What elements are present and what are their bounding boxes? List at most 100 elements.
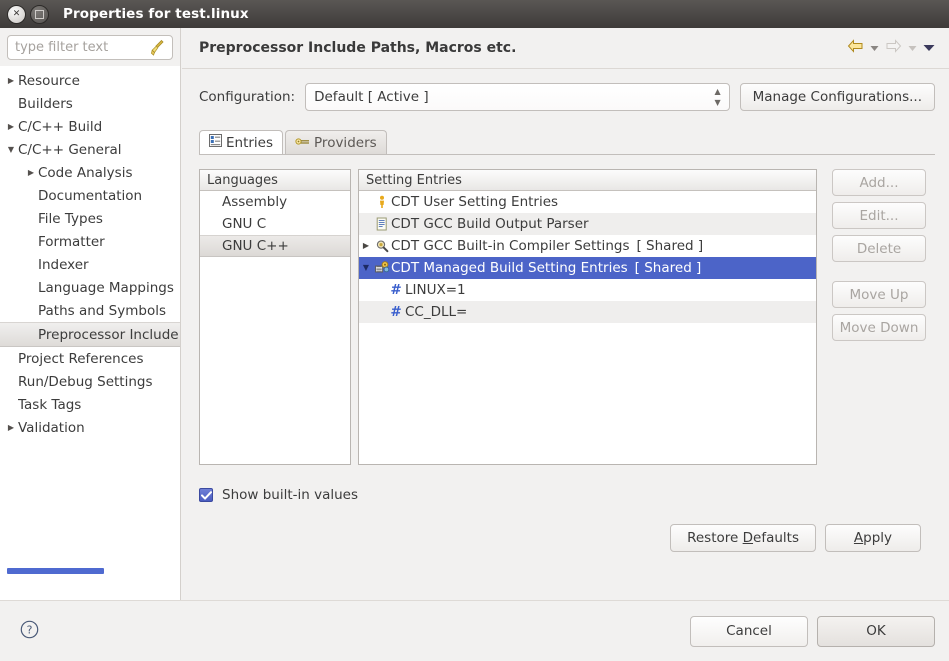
setting-entry-row[interactable]: # LINUX=1 <box>359 279 816 301</box>
chevron-right-icon[interactable]: ▶ <box>359 242 373 250</box>
sidebar-item-label: Run/Debug Settings <box>18 373 153 390</box>
sidebar-item-project-references[interactable]: ▶Project References <box>0 347 180 370</box>
language-label: GNU C++ <box>222 238 289 254</box>
sidebar-item-validation[interactable]: ▶ Validation <box>0 416 180 439</box>
sidebar-item-label: C/C++ Build <box>18 118 103 135</box>
tree-spacer: ▶ <box>24 192 38 200</box>
title-bar: ✕ Properties for test.linux <box>0 0 949 28</box>
delete-button: Delete <box>832 235 926 262</box>
configuration-value: Default [ Active ] <box>314 89 429 105</box>
sidebar-item-run-debug-settings[interactable]: ▶Run/Debug Settings <box>0 370 180 393</box>
restore-defaults-pre: Restore <box>687 530 743 546</box>
chevron-down-icon[interactable]: ▼ <box>4 145 18 154</box>
sidebar-item-formatter[interactable]: ▶Formatter <box>0 230 180 253</box>
language-row[interactable]: GNU C++ <box>200 235 350 257</box>
cancel-button[interactable]: Cancel <box>690 615 808 647</box>
search-input[interactable] <box>8 36 172 59</box>
apply-row: Restore Defaults Apply <box>216 524 921 552</box>
maximize-icon[interactable] <box>30 4 49 24</box>
spinner-arrows-icon: ▲ ▼ <box>714 87 721 107</box>
back-dropdown-icon[interactable] <box>870 41 879 56</box>
back-arrow-icon[interactable] <box>847 39 864 57</box>
setting-entry-row[interactable]: ▶ CDT GCC Built-in Compiler Settings [ Sha… <box>359 235 816 257</box>
configuration-label: Configuration: <box>199 89 296 105</box>
close-icon[interactable]: ✕ <box>7 4 26 24</box>
providers-icon <box>295 135 310 151</box>
configuration-select[interactable]: Default [ Active ] ▲ ▼ <box>305 83 730 111</box>
apply-button[interactable]: Apply <box>825 524 921 552</box>
language-row[interactable]: GNU C <box>200 213 350 235</box>
setting-entry-row[interactable]: ▼ CDT Managed Build Setting Entries [ Shar… <box>359 257 816 279</box>
setting-entries-header: Setting Entries <box>359 170 816 191</box>
ok-button[interactable]: OK <box>817 615 935 647</box>
window-title: Properties for test.linux <box>63 6 249 22</box>
sidebar-item-label: Task Tags <box>18 396 82 413</box>
page-header: Preprocessor Include Paths, Macros etc. <box>182 28 949 69</box>
macro-icon: # <box>390 282 402 298</box>
tree-spacer: ▶ <box>24 238 38 246</box>
sidebar-item-file-types[interactable]: ▶File Types <box>0 207 180 230</box>
sidebar-item-label: Validation <box>18 419 85 436</box>
languages-header: Languages <box>200 170 350 191</box>
setting-entries-list: Setting Entries CDT User Setting Entries… <box>358 169 817 465</box>
help-icon[interactable]: ? <box>20 620 39 643</box>
languages-list: Languages Assembly GNU C GNU C++ <box>199 169 351 465</box>
tab-providers[interactable]: Providers <box>285 130 387 154</box>
chevron-right-icon[interactable]: ▶ <box>4 76 18 85</box>
add-button: Add... <box>832 169 926 196</box>
sidebar-item-label: Paths and Symbols <box>38 302 166 319</box>
language-label: GNU C <box>222 216 267 232</box>
sidebar-item-language-mappings[interactable]: ▶Language Mappings <box>0 276 180 299</box>
sidebar-item-label: Preprocessor Include <box>38 326 179 343</box>
sidebar-item-task-tags[interactable]: ▶Task Tags <box>0 393 180 416</box>
managed-build-icon <box>373 261 391 275</box>
checkmark-icon <box>200 490 212 500</box>
sidebar-item-documentation[interactable]: ▶Documentation <box>0 184 180 207</box>
sidebar-item-resource[interactable]: ▶ Resource <box>0 69 180 92</box>
dialog-footer: ? Cancel OK <box>0 600 949 661</box>
move-up-button: Move Up <box>832 281 926 308</box>
filter-area <box>0 28 180 66</box>
chevron-down-icon[interactable]: ▼ <box>359 264 373 272</box>
sidebar-horizontal-scrollbar[interactable] <box>7 568 104 574</box>
tree-spacer: ▶ <box>4 378 18 386</box>
chevron-right-icon[interactable]: ▶ <box>24 168 38 177</box>
tree-spacer: ▶ <box>4 401 18 409</box>
setting-entry-label: CDT GCC Build Output Parser <box>391 216 589 232</box>
apply-mnemonic: A <box>853 530 864 546</box>
setting-entry-row[interactable]: CDT User Setting Entries <box>359 191 816 213</box>
restore-defaults-button[interactable]: Restore Defaults <box>670 524 816 552</box>
setting-entry-label: CDT GCC Built-in Compiler Settings <box>391 238 630 254</box>
language-row[interactable]: Assembly <box>200 191 350 213</box>
entries-icon <box>209 134 222 151</box>
manage-configurations-button[interactable]: Manage Configurations... <box>739 83 935 111</box>
configuration-row: Configuration: Default [ Active ] ▲ ▼ Man… <box>182 69 949 111</box>
language-label: Assembly <box>222 194 288 210</box>
view-menu-icon[interactable] <box>923 41 935 56</box>
broom-icon[interactable] <box>150 39 166 57</box>
properties-dialog: ✕ Properties for test.linux ▶Resource▶Bu… <box>0 0 949 661</box>
sidebar-item-builders[interactable]: ▶Builders <box>0 92 180 115</box>
setting-entry-row[interactable]: # CC_DLL= <box>359 301 816 323</box>
sidebar-item-preprocessor-include[interactable]: ▶Preprocessor Include <box>0 322 180 347</box>
sidebar-item-c-c-build[interactable]: ▶ C/C++ Build <box>0 115 180 138</box>
tab-entries-label: Entries <box>226 134 274 151</box>
sidebar-item-code-analysis[interactable]: ▶ Code Analysis <box>0 161 180 184</box>
show-builtin-values-row[interactable]: Show built-in values <box>199 487 358 503</box>
show-builtin-checkbox[interactable] <box>199 488 213 502</box>
edit-button: Edit... <box>832 202 926 229</box>
page-title: Preprocessor Include Paths, Macros etc. <box>199 40 517 56</box>
sidebar-item-c-c-general[interactable]: ▼ C/C++ General <box>0 138 180 161</box>
sidebar-item-indexer[interactable]: ▶Indexer <box>0 253 180 276</box>
filter-box[interactable] <box>7 35 173 60</box>
setting-entry-label: LINUX=1 <box>405 282 466 298</box>
tab-providers-label: Providers <box>314 134 377 151</box>
setting-entry-row[interactable]: CDT GCC Build Output Parser <box>359 213 816 235</box>
tab-entries[interactable]: Entries <box>199 130 284 154</box>
languages-rows: Assembly GNU C GNU C++ <box>200 191 350 257</box>
sidebar-item-paths-and-symbols[interactable]: ▶Paths and Symbols <box>0 299 180 322</box>
chevron-right-icon[interactable]: ▶ <box>4 423 18 432</box>
tree-spacer: ▶ <box>4 355 18 363</box>
settings-tree: ▶Resource▶Builders▶C/C++ Build▼C/C++ Gen… <box>0 66 180 576</box>
chevron-right-icon[interactable]: ▶ <box>4 122 18 131</box>
